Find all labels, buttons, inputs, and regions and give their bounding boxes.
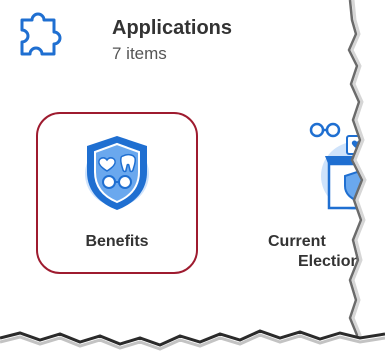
ballot-box-icon xyxy=(309,122,385,210)
app-label-benefits: Benefits xyxy=(85,233,149,250)
item-count: 7 items xyxy=(112,44,167,63)
puzzle-piece-icon xyxy=(20,12,62,56)
app-tile-current-election[interactable]: Current Election xyxy=(262,116,385,286)
shield-benefits-icon xyxy=(85,136,149,210)
applications-panel: Applications 7 items Benefits Current El… xyxy=(0,0,385,360)
app-label-current-line1: Current xyxy=(268,233,326,250)
app-tile-benefits[interactable]: Benefits xyxy=(36,112,198,274)
app-label-current-line2: Election xyxy=(298,253,361,270)
applications-header: Applications 7 items xyxy=(16,8,232,64)
section-title: Applications xyxy=(112,17,233,39)
